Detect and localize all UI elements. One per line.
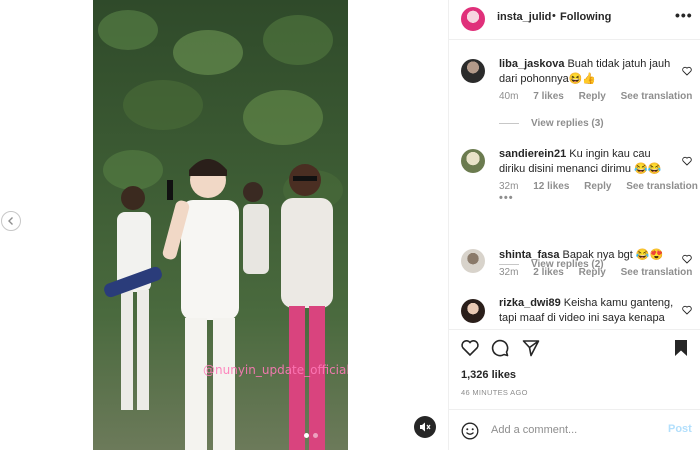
view-replies-label: View replies (3) [531, 118, 604, 129]
bookmark-icon[interactable] [671, 338, 691, 358]
comment-username[interactable]: liba_jaskova [499, 58, 564, 70]
comment-likes[interactable]: 2 likes [533, 267, 564, 278]
foliage [243, 90, 323, 145]
comment-username[interactable]: shinta_fasa [499, 249, 560, 261]
post-timestamp: 46 MINUTES AGO [461, 388, 528, 397]
view-replies-button[interactable]: View replies (3) [499, 118, 604, 129]
heart-icon[interactable] [682, 66, 692, 76]
post-header: insta_julid • Following ••• [449, 0, 700, 40]
following-button[interactable]: Following [560, 11, 611, 23]
comment-meta: 32m 2 likes Reply See translation [499, 267, 700, 278]
comment-body: shinta_fasa Bapak nya bgt 😂😍 [499, 248, 677, 263]
comment-body: sandierein21 Ku ingin kau cau diriku disi… [499, 147, 677, 177]
comment-likes[interactable]: 12 likes [533, 181, 569, 192]
heart-icon[interactable] [682, 305, 692, 315]
comment-text: Bapak nya bgt 😂😍 [562, 249, 664, 261]
post-video[interactable]: @nunyin_update_official [93, 0, 348, 450]
heart-icon[interactable] [682, 156, 692, 166]
comment-time: 32m [499, 181, 519, 192]
mute-icon [420, 422, 431, 432]
foliage [123, 80, 203, 130]
comment-icon[interactable] [490, 338, 510, 358]
share-icon[interactable] [521, 338, 541, 358]
heart-icon[interactable] [682, 254, 692, 264]
previous-button[interactable] [1, 211, 21, 231]
comment-input[interactable] [491, 421, 651, 439]
video-watermark: @nunyin_update_official [203, 363, 348, 377]
post-button[interactable]: Post [668, 423, 692, 435]
divider [499, 264, 519, 265]
comment-time: 40m [499, 91, 519, 102]
see-translation-button[interactable]: See translation [621, 267, 693, 278]
post-actions: 1,326 likes 46 MINUTES AGO [449, 329, 700, 409]
comment-meta: 40m 7 likes Reply See translation [499, 91, 700, 102]
comment-body: liba_jaskova Buah tidak jatuh jauh dari p… [499, 57, 677, 87]
carousel-dot [313, 433, 318, 438]
comments-list: liba_jaskova Buah tidak jatuh jauh dari p… [449, 41, 700, 329]
more-icon[interactable]: ••• [675, 7, 693, 23]
foliage [98, 10, 158, 50]
divider [499, 123, 519, 124]
emoji-icon[interactable] [461, 422, 479, 440]
mute-button[interactable] [414, 416, 436, 438]
post-panel: insta_julid • Following ••• liba_jaskova… [448, 0, 700, 450]
avatar[interactable] [461, 149, 485, 173]
foliage [263, 15, 333, 65]
chevron-left-icon [8, 217, 13, 225]
comment-composer: Post [449, 409, 700, 450]
see-translation-button[interactable]: See translation [621, 91, 693, 102]
post-author-username[interactable]: insta_julid [497, 11, 551, 23]
avatar[interactable] [461, 299, 485, 323]
see-translation-button[interactable]: See translation [626, 181, 698, 192]
reply-button[interactable]: Reply [584, 181, 611, 192]
carousel-dots [304, 433, 318, 438]
reply-button[interactable]: Reply [579, 267, 606, 278]
likes-count[interactable]: 1,326 likes [461, 369, 516, 381]
comment-body: rizka_dwi89 Keisha kamu ganteng, tapi maa… [499, 296, 677, 326]
avatar[interactable] [461, 249, 485, 273]
reply-button[interactable]: Reply [579, 91, 606, 102]
header-separator: • [552, 10, 556, 22]
comment-time: 32m [499, 267, 519, 278]
comment-username[interactable]: rizka_dwi89 [499, 297, 561, 309]
foliage [173, 30, 243, 75]
comment-username[interactable]: sandierein21 [499, 148, 566, 160]
comment-options-button[interactable]: ••• [499, 192, 514, 204]
band-performers [104, 159, 333, 450]
heart-icon[interactable] [460, 338, 480, 358]
avatar[interactable] [461, 7, 485, 31]
avatar[interactable] [461, 59, 485, 83]
comment-meta: 32m 12 likes Reply See translation [499, 181, 700, 192]
carousel-dot [304, 433, 309, 438]
comment-likes[interactable]: 7 likes [533, 91, 564, 102]
